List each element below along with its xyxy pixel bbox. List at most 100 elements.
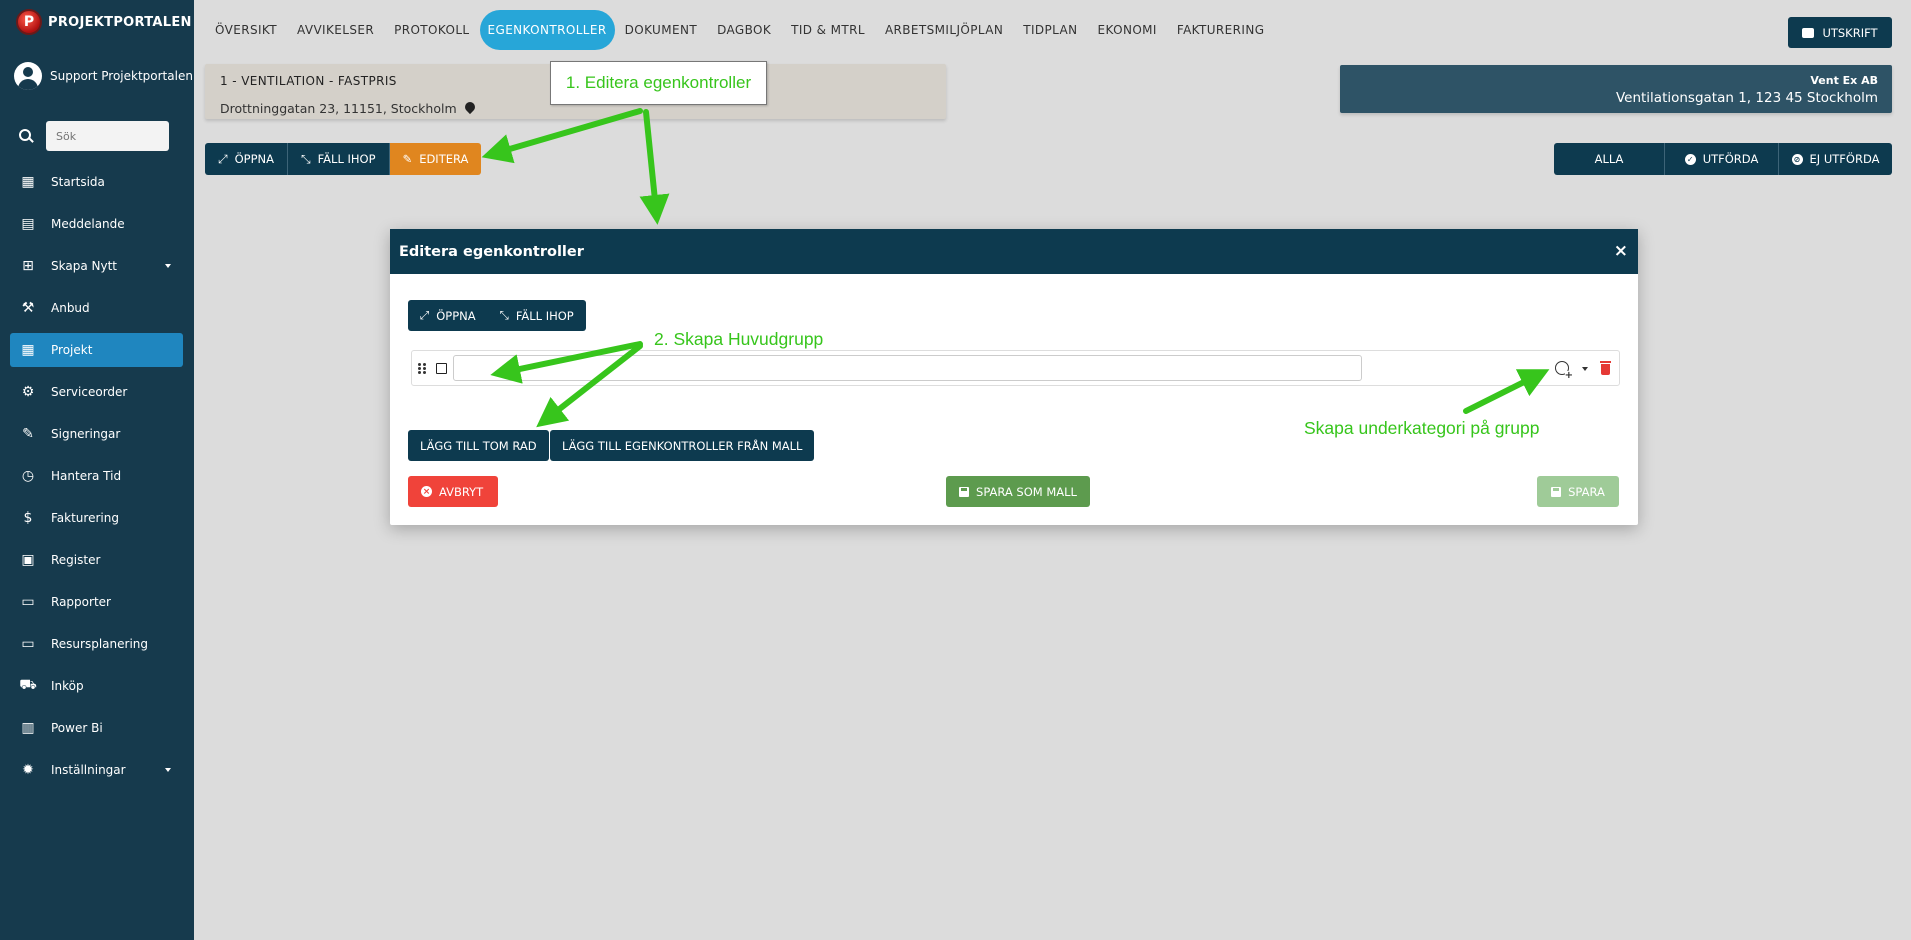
close-icon[interactable]: × bbox=[1614, 241, 1628, 261]
group-row bbox=[411, 350, 1620, 386]
add-subcategory-icon[interactable] bbox=[1555, 361, 1573, 380]
edit-button[interactable]: ✎ EDITERA bbox=[389, 143, 482, 175]
cancel-label: AVBRYT bbox=[439, 484, 484, 499]
sidebar-item-label: Projekt bbox=[51, 343, 93, 357]
sidebar-item-register[interactable]: ▣ Register bbox=[10, 543, 183, 577]
collapse-all-button[interactable]: ⤡ FÄLL IHOP bbox=[288, 143, 390, 175]
gear-icon: ✹ bbox=[22, 762, 34, 778]
expand-icon: ⤢ bbox=[420, 308, 430, 322]
sidebar-item-hantera-tid[interactable]: ◷ Hantera Tid bbox=[10, 459, 183, 493]
logo[interactable]: P PROJEKTPORTALEN bbox=[16, 8, 192, 36]
sidebar-item-label: Register bbox=[51, 553, 101, 567]
collapse-label: FÄLL IHOP bbox=[317, 152, 376, 166]
sidebar-item-power-bi[interactable]: ▥ Power Bi bbox=[10, 711, 183, 745]
open-all-button[interactable]: ⤢ ÖPPNA bbox=[205, 143, 289, 175]
drag-handle-icon[interactable] bbox=[418, 361, 428, 375]
tab-dokument[interactable]: DOKUMENT bbox=[615, 10, 707, 50]
company-name: Vent Ex AB bbox=[1810, 74, 1878, 87]
project-address: Drottninggatan 23, 11151, Stockholm bbox=[220, 99, 477, 116]
printer-icon bbox=[1802, 27, 1815, 38]
add-empty-row-button[interactable]: LÄGG TILL TOM RAD bbox=[408, 430, 549, 461]
modal-collapse-label: FÄLL IHOP bbox=[515, 308, 574, 323]
save-template-label: SPARA SOM MALL bbox=[976, 484, 1077, 499]
expand-icon: ⤢ bbox=[218, 151, 228, 166]
filter-done-button[interactable]: ✓ UTFÖRDA bbox=[1665, 143, 1779, 175]
company-address: Ventilationsgatan 1, 123 45 Stockholm bbox=[1615, 90, 1878, 106]
save-icon bbox=[1551, 486, 1562, 497]
tab-egenkontroller[interactable]: EGENKONTROLLER bbox=[479, 10, 615, 50]
sidebar-item-label: Inköp bbox=[51, 679, 84, 693]
open-label: ÖPPNA bbox=[234, 152, 275, 166]
sidebar-item-inkop[interactable]: ⛟ Inköp bbox=[10, 669, 183, 703]
sidebar-item-label: Power Bi bbox=[51, 721, 103, 735]
trash-icon[interactable] bbox=[1600, 361, 1611, 375]
sidebar-item-startsida[interactable]: ▦ Startsida bbox=[10, 165, 183, 199]
map-pin-icon[interactable] bbox=[462, 99, 477, 114]
row-checkbox[interactable] bbox=[436, 362, 447, 374]
collapse-icon: ⤡ bbox=[301, 151, 311, 166]
edit-modal: Editera egenkontroller × ⤢ ÖPPNA ⤡ FÄLL … bbox=[390, 229, 1638, 525]
not-done-icon: ⊘ bbox=[1791, 153, 1803, 165]
save-button[interactable]: SPARA bbox=[1537, 476, 1619, 507]
project-icon: ▦ bbox=[21, 342, 35, 358]
sidebar-item-label: Meddelande bbox=[51, 217, 125, 231]
chevron-down-icon bbox=[165, 768, 171, 772]
search-input[interactable] bbox=[46, 121, 169, 151]
wrench-icon: ⚙ bbox=[21, 384, 35, 400]
save-as-template-button[interactable]: SPARA SOM MALL bbox=[946, 476, 1090, 507]
dollar-icon: $ bbox=[23, 510, 33, 526]
tab-protokoll[interactable]: PROTOKOLL bbox=[384, 10, 479, 50]
cancel-icon: × bbox=[421, 486, 432, 497]
tab-oversikt[interactable]: ÖVERSIKT bbox=[205, 10, 287, 50]
sidebar-item-installningar[interactable]: ✹ Inställningar bbox=[10, 753, 183, 787]
tab-dagbok[interactable]: DAGBOK bbox=[707, 10, 781, 50]
modal-collapse-button[interactable]: ⤡ FÄLL IHOP bbox=[488, 300, 586, 331]
sidebar-item-resursplanering[interactable]: ▭ Resursplanering bbox=[10, 627, 183, 661]
group-name-input[interactable] bbox=[453, 355, 1362, 381]
sidebar-item-label: Startsida bbox=[51, 175, 105, 189]
sidebar-item-label: Hantera Tid bbox=[51, 469, 122, 483]
annotation-step1: 1. Editera egenkontroller bbox=[550, 61, 767, 105]
action-button-group: ⤢ ÖPPNA ⤡ FÄLL IHOP ✎ EDITERA bbox=[205, 143, 482, 175]
print-label: UTSKRIFT bbox=[1822, 25, 1878, 40]
tab-tidplan[interactable]: TIDPLAN bbox=[1013, 10, 1087, 50]
tab-tid-mtrl[interactable]: TID & MTRL bbox=[781, 10, 875, 50]
filter-all-button[interactable]: ALLA bbox=[1554, 143, 1665, 175]
sidebar-item-fakturering[interactable]: $ Fakturering bbox=[10, 501, 183, 535]
modal-open-button[interactable]: ⤢ ÖPPNA bbox=[408, 300, 488, 331]
pen-icon: ✎ bbox=[22, 426, 34, 442]
brand-name: PROJEKTPORTALEN bbox=[48, 14, 192, 30]
sidebar-item-label: Resursplanering bbox=[51, 637, 149, 651]
tab-ekonomi[interactable]: EKONOMI bbox=[1088, 10, 1167, 50]
project-address-text: Drottninggatan 23, 11151, Stockholm bbox=[220, 101, 457, 116]
sidebar-item-label: Skapa Nytt bbox=[51, 259, 117, 273]
sidebar-item-projekt[interactable]: ▦ Projekt bbox=[10, 333, 183, 367]
search-icon bbox=[18, 128, 34, 144]
modal-toolbar: ⤢ ÖPPNA ⤡ FÄLL IHOP bbox=[408, 300, 586, 331]
cancel-button[interactable]: × AVBRYT bbox=[408, 476, 498, 507]
sidebar-item-meddelande[interactable]: ▤ Meddelande bbox=[10, 207, 183, 241]
image-icon: ▣ bbox=[21, 552, 35, 568]
sidebar-item-serviceorder[interactable]: ⚙ Serviceorder bbox=[10, 375, 183, 409]
sidebar-item-label: Fakturering bbox=[51, 511, 119, 525]
arrow-to-modal bbox=[639, 109, 670, 225]
sidebar-item-skapa-nytt[interactable]: ⊞ Skapa Nytt bbox=[10, 249, 183, 283]
sidebar-item-label: Serviceorder bbox=[51, 385, 128, 399]
sidebar-nav: ▦ Startsida ▤ Meddelande ⊞ Skapa Nytt ⚒ … bbox=[10, 165, 183, 795]
sidebar-item-label: Anbud bbox=[51, 301, 90, 315]
avatar bbox=[14, 62, 42, 90]
sidebar-item-signeringar[interactable]: ✎ Signeringar bbox=[10, 417, 183, 451]
add-from-template-button[interactable]: LÄGG TILL EGENKONTROLLER FRÅN MALL bbox=[550, 430, 815, 461]
chevron-down-icon[interactable] bbox=[1582, 367, 1588, 371]
modal-title: Editera egenkontroller bbox=[399, 243, 584, 260]
company-card: Vent Ex AB Ventilationsgatan 1, 123 45 S… bbox=[1340, 65, 1892, 113]
print-button[interactable]: UTSKRIFT bbox=[1788, 17, 1892, 48]
tab-fakturering[interactable]: FAKTURERING bbox=[1167, 10, 1275, 50]
filter-not-done-button[interactable]: ⊘ EJ UTFÖRDA bbox=[1779, 143, 1892, 175]
tab-avvikelser[interactable]: AVVIKELSER bbox=[287, 10, 384, 50]
sidebar-item-rapporter[interactable]: ▭ Rapporter bbox=[10, 585, 183, 619]
annotation-step2: 2. Skapa Huvudgrupp bbox=[654, 329, 824, 349]
tab-arbetsmiljoplan[interactable]: ARBETSMILJÖPLAN bbox=[875, 10, 1013, 50]
sidebar-item-anbud[interactable]: ⚒ Anbud bbox=[10, 291, 183, 325]
user-profile[interactable]: Support Projektportalen bbox=[14, 62, 193, 90]
